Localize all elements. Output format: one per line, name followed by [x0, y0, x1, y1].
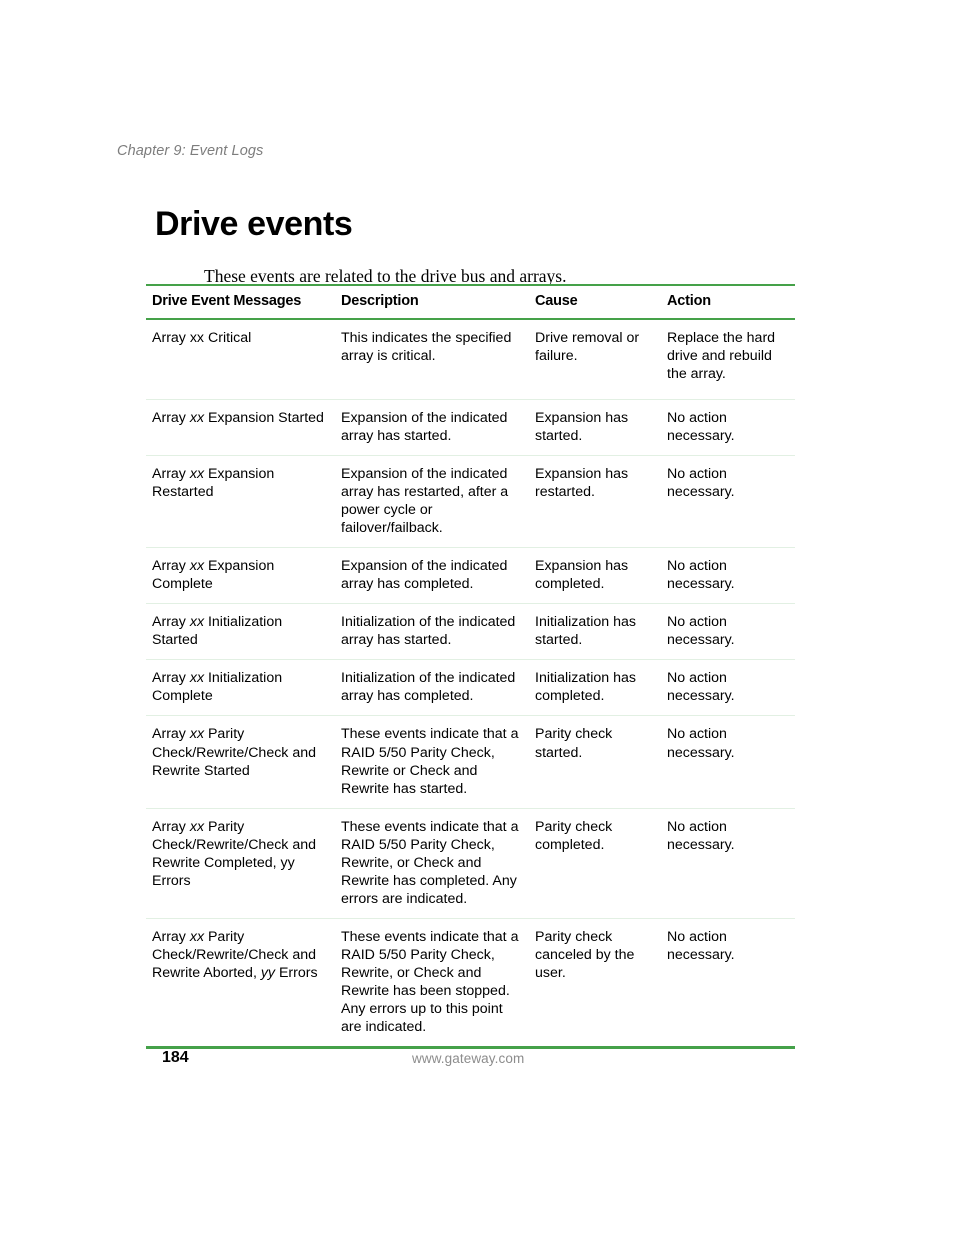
cell-description: Initialization of the indicated array ha…: [335, 659, 529, 717]
cell-cause: Expansion has started.: [529, 399, 661, 457]
cell-action: No action necessary.: [661, 603, 795, 661]
message-text: Array xx Critical: [152, 330, 252, 346]
cell-action: No action necessary.: [661, 547, 795, 605]
message-text: Array: [152, 558, 190, 575]
cell-cause: Parity check started.: [529, 715, 661, 809]
message-variable: xx: [189, 818, 205, 835]
table-row: Array xx Initialization Started Initializ…: [146, 603, 795, 661]
cell-description: Expansion of the indicated array has com…: [335, 547, 529, 605]
cell-description: These events indicate that a RAID 5/50 P…: [335, 808, 529, 919]
page-title: Drive events: [155, 204, 353, 243]
drive-events-table-container: Drive Event Messages Description Cause A…: [146, 284, 795, 1049]
column-header-drive-event-messages: Drive Event Messages: [146, 284, 335, 320]
cell-description: Initialization of the indicated array ha…: [335, 603, 529, 661]
message-text: Array: [152, 410, 190, 427]
cell-action: No action necessary.: [661, 455, 795, 549]
message-text: Expansion Started: [204, 410, 324, 427]
column-header-description: Description: [335, 284, 529, 320]
message-variable: xx: [189, 410, 205, 427]
cell-cause: Initialization has completed.: [529, 659, 661, 717]
table-row: Array xx Initialization Complete Initiali…: [146, 659, 795, 717]
message-variable: xx: [189, 726, 205, 743]
column-header-cause: Cause: [529, 284, 661, 320]
cell-action: No action necessary.: [661, 399, 795, 457]
table-row: Array xx Parity Check/Rewrite/Check and …: [146, 715, 795, 809]
cell-action: Replace the hard drive and rebuild the a…: [661, 319, 795, 401]
table-row: Array xx Expansion Started Expansion of t…: [146, 399, 795, 457]
cell-drive-event-message: Array xx Expansion Complete: [146, 547, 335, 605]
table-row: Array xx Parity Check/Rewrite/Check and …: [146, 918, 795, 1049]
cell-drive-event-message: Array xx Parity Check/Rewrite/Check and …: [146, 715, 335, 809]
cell-cause: Initialization has started.: [529, 603, 661, 661]
page-number: 184: [162, 1049, 189, 1066]
cell-cause: Parity check canceled by the user.: [529, 918, 661, 1049]
table-row: Array xx Parity Check/Rewrite/Check and …: [146, 808, 795, 919]
table-body: Array xx Critical This indicates the spec…: [146, 319, 795, 1049]
cell-drive-event-message: Array xx Parity Check/Rewrite/Check and …: [146, 918, 335, 1049]
cell-drive-event-message: Array xx Expansion Started: [146, 399, 335, 457]
message-text: Errors: [275, 964, 318, 981]
table-header: Drive Event Messages Description Cause A…: [146, 284, 795, 320]
table-header-row: Drive Event Messages Description Cause A…: [146, 284, 795, 320]
message-variable: xx: [189, 928, 205, 945]
cell-cause: Parity check completed.: [529, 808, 661, 919]
cell-action: No action necessary.: [661, 808, 795, 919]
cell-drive-event-message: Array xx Expansion Restarted: [146, 455, 335, 549]
cell-description: This indicates the specified array is cr…: [335, 319, 529, 401]
cell-description: These events indicate that a RAID 5/50 P…: [335, 715, 529, 809]
message-text: Array: [152, 466, 190, 483]
cell-description: Expansion of the indicated array has res…: [335, 455, 529, 549]
message-variable: xx: [189, 558, 205, 575]
cell-description: These events indicate that a RAID 5/50 P…: [335, 918, 529, 1049]
message-text: Array: [152, 818, 190, 835]
message-variable: yy: [260, 964, 276, 981]
footer-url: www.gateway.com: [412, 1051, 525, 1066]
table-row: Array xx Expansion Complete Expansion of …: [146, 547, 795, 605]
cell-drive-event-message: Array xx Initialization Started: [146, 603, 335, 661]
message-text: Array: [152, 726, 190, 743]
cell-description: Expansion of the indicated array has sta…: [335, 399, 529, 457]
cell-action: No action necessary.: [661, 918, 795, 1049]
message-variable: xx: [189, 670, 205, 687]
cell-cause: Drive removal or failure.: [529, 319, 661, 401]
message-text: Array: [152, 670, 190, 687]
cell-cause: Expansion has completed.: [529, 547, 661, 605]
drive-events-table: Drive Event Messages Description Cause A…: [146, 284, 795, 1049]
table-row: Array xx Expansion Restarted Expansion of…: [146, 455, 795, 549]
message-text: Array: [152, 928, 190, 945]
cell-drive-event-message: Array xx Parity Check/Rewrite/Check and …: [146, 808, 335, 919]
table-row: Array xx Critical This indicates the spec…: [146, 319, 795, 401]
column-header-action: Action: [661, 284, 795, 320]
message-variable: xx: [189, 466, 205, 483]
document-page: Chapter 9: Event Logs Drive events These…: [0, 0, 954, 1235]
message-variable: xx: [189, 614, 205, 631]
cell-action: No action necessary.: [661, 715, 795, 809]
message-text: Array: [152, 614, 190, 631]
cell-drive-event-message: Array xx Critical: [146, 319, 335, 401]
cell-drive-event-message: Array xx Initialization Complete: [146, 659, 335, 717]
cell-action: No action necessary.: [661, 659, 795, 717]
chapter-running-header: Chapter 9: Event Logs: [117, 143, 264, 159]
cell-cause: Expansion has restarted.: [529, 455, 661, 549]
